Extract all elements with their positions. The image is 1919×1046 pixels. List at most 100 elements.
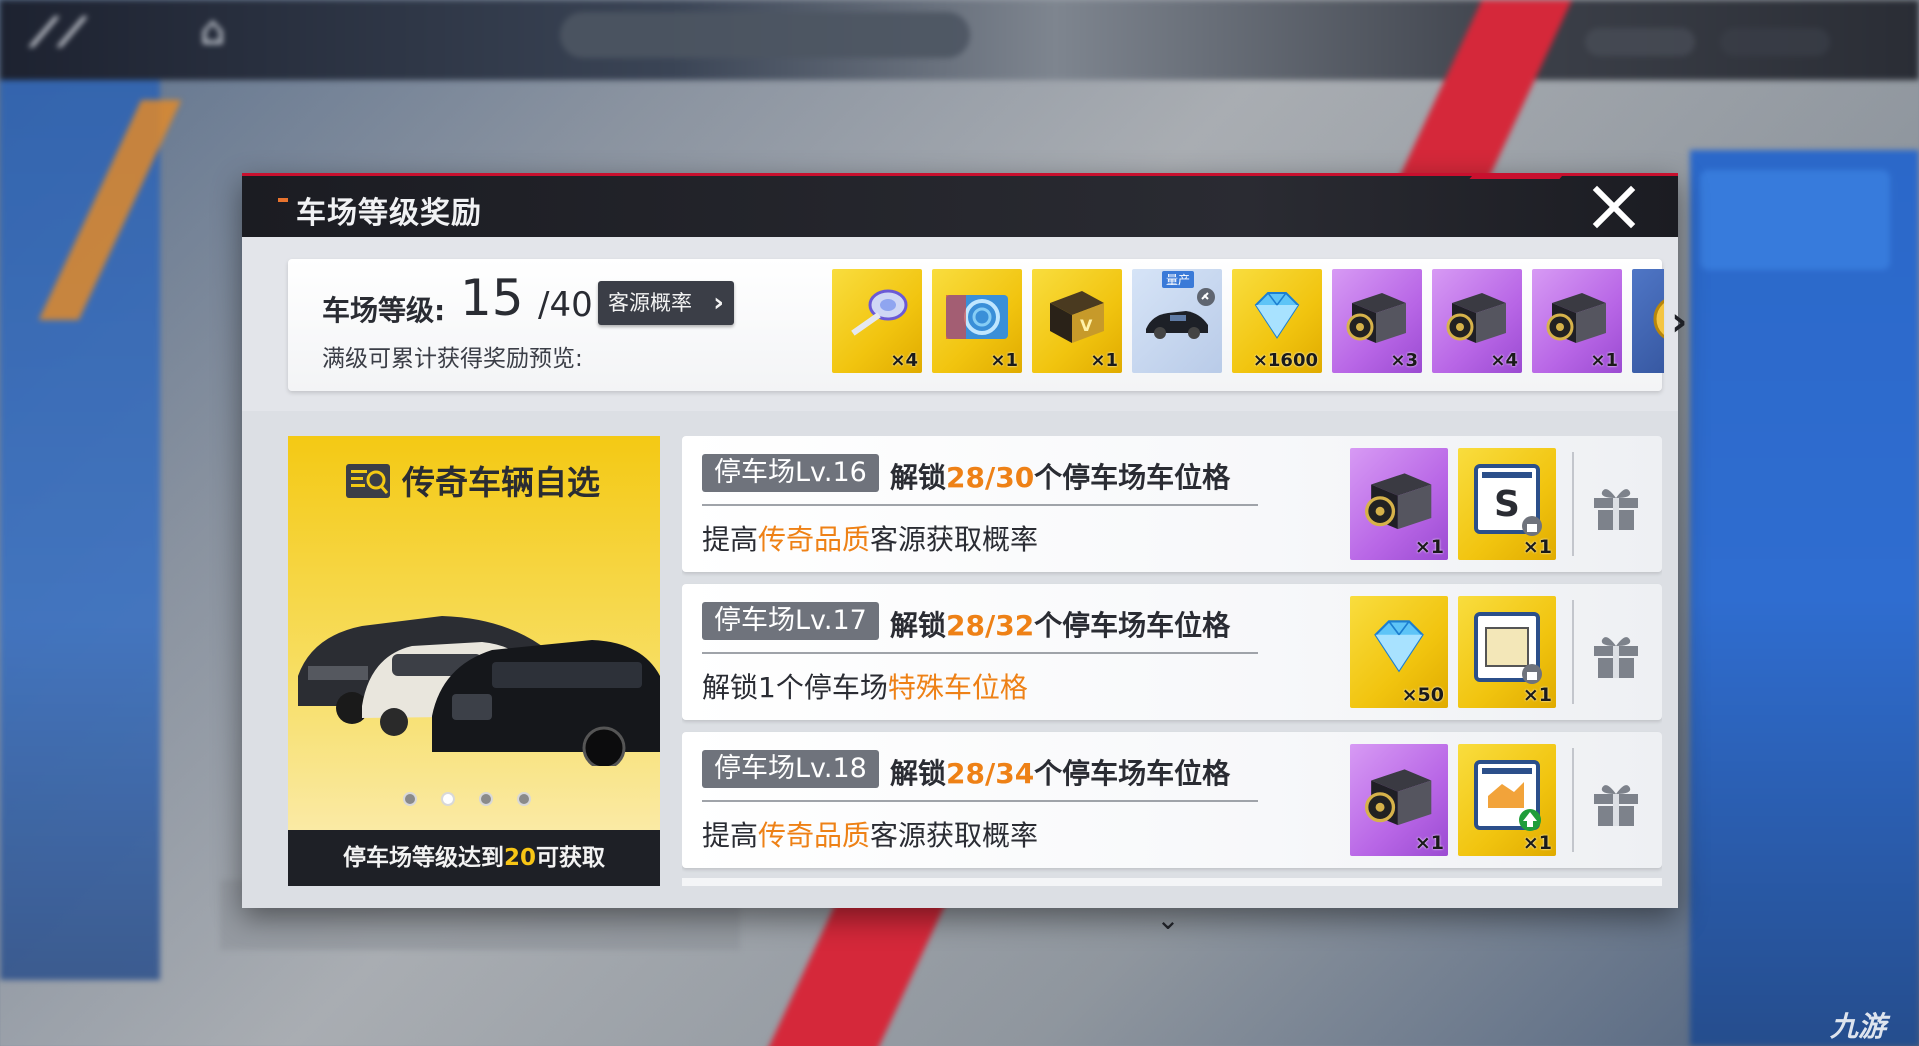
watermark-logo: 九游 — [1830, 1010, 1887, 1043]
gift-icon[interactable] — [1588, 478, 1644, 534]
reward-item[interactable]: ×3 — [1332, 269, 1422, 373]
tier-divider — [1572, 600, 1574, 704]
reward-qty: ×1 — [1414, 536, 1444, 558]
tire-box-icon — [1446, 293, 1506, 343]
link-icon — [1197, 288, 1215, 306]
level-current: 15 — [460, 269, 524, 327]
diamond-icon — [1254, 292, 1300, 339]
unlock-prefix: 解锁 — [890, 461, 947, 494]
unlock-value: 28/30 — [946, 461, 1035, 494]
tier-description: 解锁1个停车场特殊车位格 — [702, 666, 1028, 706]
tier-unlock-text: 解锁28/34个停车场车位格 — [890, 752, 1230, 792]
garage-level-reward-dialog: 车场等级奖励 车场等级: 15 /40 客源概率 › 满级可累计获得奖励预览: — [242, 173, 1687, 936]
level-max: /40 — [538, 285, 593, 325]
reward-item[interactable]: V ×1 — [1032, 269, 1122, 373]
chevron-down-icon[interactable]: ⌄ — [1148, 903, 1188, 936]
tier-separator — [702, 504, 1258, 506]
reward-item[interactable]: ×4 — [832, 269, 922, 373]
diamond-icon — [1374, 620, 1424, 673]
tier-level-badge: 停车场Lv.18 — [702, 750, 879, 788]
reward-qty: ×1 — [990, 350, 1018, 371]
desc-suffix: 客源获取概率 — [870, 523, 1039, 556]
close-button[interactable] — [1588, 184, 1640, 236]
tier-level-badge: 停车场Lv.16 — [702, 454, 879, 492]
customer-probability-button[interactable]: 客源概率 › — [598, 281, 734, 325]
bg-info-pill — [560, 12, 970, 58]
unlock-value: 28/34 — [946, 757, 1035, 790]
tier-description: 提高传奇品质客源获取概率 — [702, 814, 1038, 854]
tire-box-icon — [1346, 293, 1406, 343]
reward-item[interactable]: 量产 — [1132, 269, 1222, 373]
tier-description: 提高传奇品质客源获取概率 — [702, 518, 1038, 558]
coin-icon — [1653, 299, 1664, 339]
level-summary-card: 车场等级: 15 /40 客源概率 › 满级可累计获得奖励预览: ×4 ×1 V… — [288, 259, 1687, 391]
desc-suffix: 客源获取概率 — [870, 819, 1039, 852]
tier-reward-item[interactable]: S ×1 — [1458, 448, 1556, 560]
paint-card-icon — [946, 295, 1008, 339]
reward-item[interactable]: ×4 — [1432, 269, 1522, 373]
reward-qty: ×50 — [1401, 684, 1444, 706]
unlock-prefix: 解锁 — [890, 609, 947, 642]
reward-item[interactable]: ×1 — [932, 269, 1022, 373]
desc-prefix: 解锁1个停车场 — [702, 671, 888, 704]
tier-divider — [1572, 452, 1574, 556]
desc-highlight: 特殊车位格 — [887, 671, 1028, 704]
tier-reward-item[interactable]: ×1 — [1458, 596, 1556, 708]
gift-icon[interactable] — [1588, 774, 1644, 830]
unlock-value: 28/32 — [946, 609, 1035, 642]
carousel-dot-active[interactable] — [441, 792, 455, 806]
tier-row-lv18: 停车场Lv.18 解锁28/34个停车场车位格 提高传奇品质客源获取概率 ×1 — [682, 732, 1662, 868]
reward-item[interactable]: ×1 — [1532, 269, 1622, 373]
unlock-suffix: 个停车场车位格 — [1034, 757, 1231, 790]
level-tier-list[interactable]: 停车场Lv.16 解锁28/30个停车场车位格 提高传奇品质客源获取概率 ×1 — [682, 436, 1662, 886]
reward-qty: ×1 — [1414, 832, 1444, 854]
carousel-dot[interactable] — [403, 792, 417, 806]
promo-footer-prefix: 停车场等级达到 — [342, 845, 504, 871]
level-tier-section: 传奇车辆自选 停车场等级达到20可获取 停车场Lv.16 解锁28/30个停车场… — [242, 411, 1678, 908]
reward-qty: ×1600 — [1252, 350, 1318, 371]
tier-level-badge: 停车场Lv.17 — [702, 602, 879, 640]
reward-qty: ×1 — [1090, 350, 1118, 371]
desc-highlight: 传奇品质 — [758, 523, 871, 556]
tier-reward-item[interactable]: ×50 — [1350, 596, 1448, 708]
tier-separator — [702, 800, 1258, 802]
tier-divider — [1572, 748, 1574, 852]
tier-reward-item[interactable]: ×1 — [1350, 448, 1448, 560]
reward-qty: ×1 — [1522, 684, 1552, 706]
tire-box-icon — [1546, 293, 1606, 343]
tier-unlock-text: 解锁28/32个停车场车位格 — [890, 604, 1230, 644]
tire-box-icon — [1365, 769, 1432, 826]
search-card-icon — [346, 464, 390, 498]
chevron-right-icon: › — [713, 288, 724, 318]
tier-reward-item[interactable]: ×1 — [1458, 744, 1556, 856]
desc-highlight: 传奇品质 — [758, 819, 871, 852]
reward-item[interactable]: ×8 — [1632, 269, 1664, 373]
reward-item[interactable]: ×1600 — [1232, 269, 1322, 373]
promo-footer-suffix: 可获取 — [536, 845, 605, 871]
reward-qty: ×3 — [1390, 350, 1418, 371]
level-label: 车场等级: — [322, 294, 446, 327]
header-accent-dash — [278, 198, 288, 202]
customer-probability-label: 客源概率 — [608, 291, 692, 315]
carousel-dots — [403, 792, 543, 808]
gift-icon[interactable] — [1588, 626, 1644, 682]
legendary-cars-image — [298, 616, 660, 766]
carousel-dot[interactable] — [517, 792, 531, 806]
chevron-right-icon[interactable]: › — [1671, 299, 1701, 349]
unlock-prefix: 解锁 — [890, 757, 947, 790]
unlock-suffix: 个停车场车位格 — [1034, 609, 1231, 642]
tier-reward-item[interactable]: ×1 — [1350, 744, 1448, 856]
reward-qty: ×1 — [1590, 350, 1618, 371]
tier-row-lv16: 停车场Lv.16 解锁28/30个停车场车位格 提高传奇品质客源获取概率 ×1 — [682, 436, 1662, 572]
bg-blue-panel-left — [0, 80, 160, 980]
carousel-dot[interactable] — [479, 792, 493, 806]
svg-text:S: S — [1494, 484, 1520, 525]
promo-requirement-bar: 停车场等级达到20可获取 — [288, 830, 660, 886]
slot-card-icon — [1474, 612, 1542, 684]
unlock-suffix: 个停车场车位格 — [1034, 461, 1231, 494]
promo-footer-level: 20 — [503, 845, 536, 871]
dialog-header: 车场等级奖励 — [242, 173, 1678, 237]
legendary-car-promo-card[interactable]: 传奇车辆自选 停车场等级达到20可获取 — [288, 436, 660, 886]
bg-currency-gold — [1585, 28, 1695, 56]
close-icon — [1592, 185, 1636, 229]
